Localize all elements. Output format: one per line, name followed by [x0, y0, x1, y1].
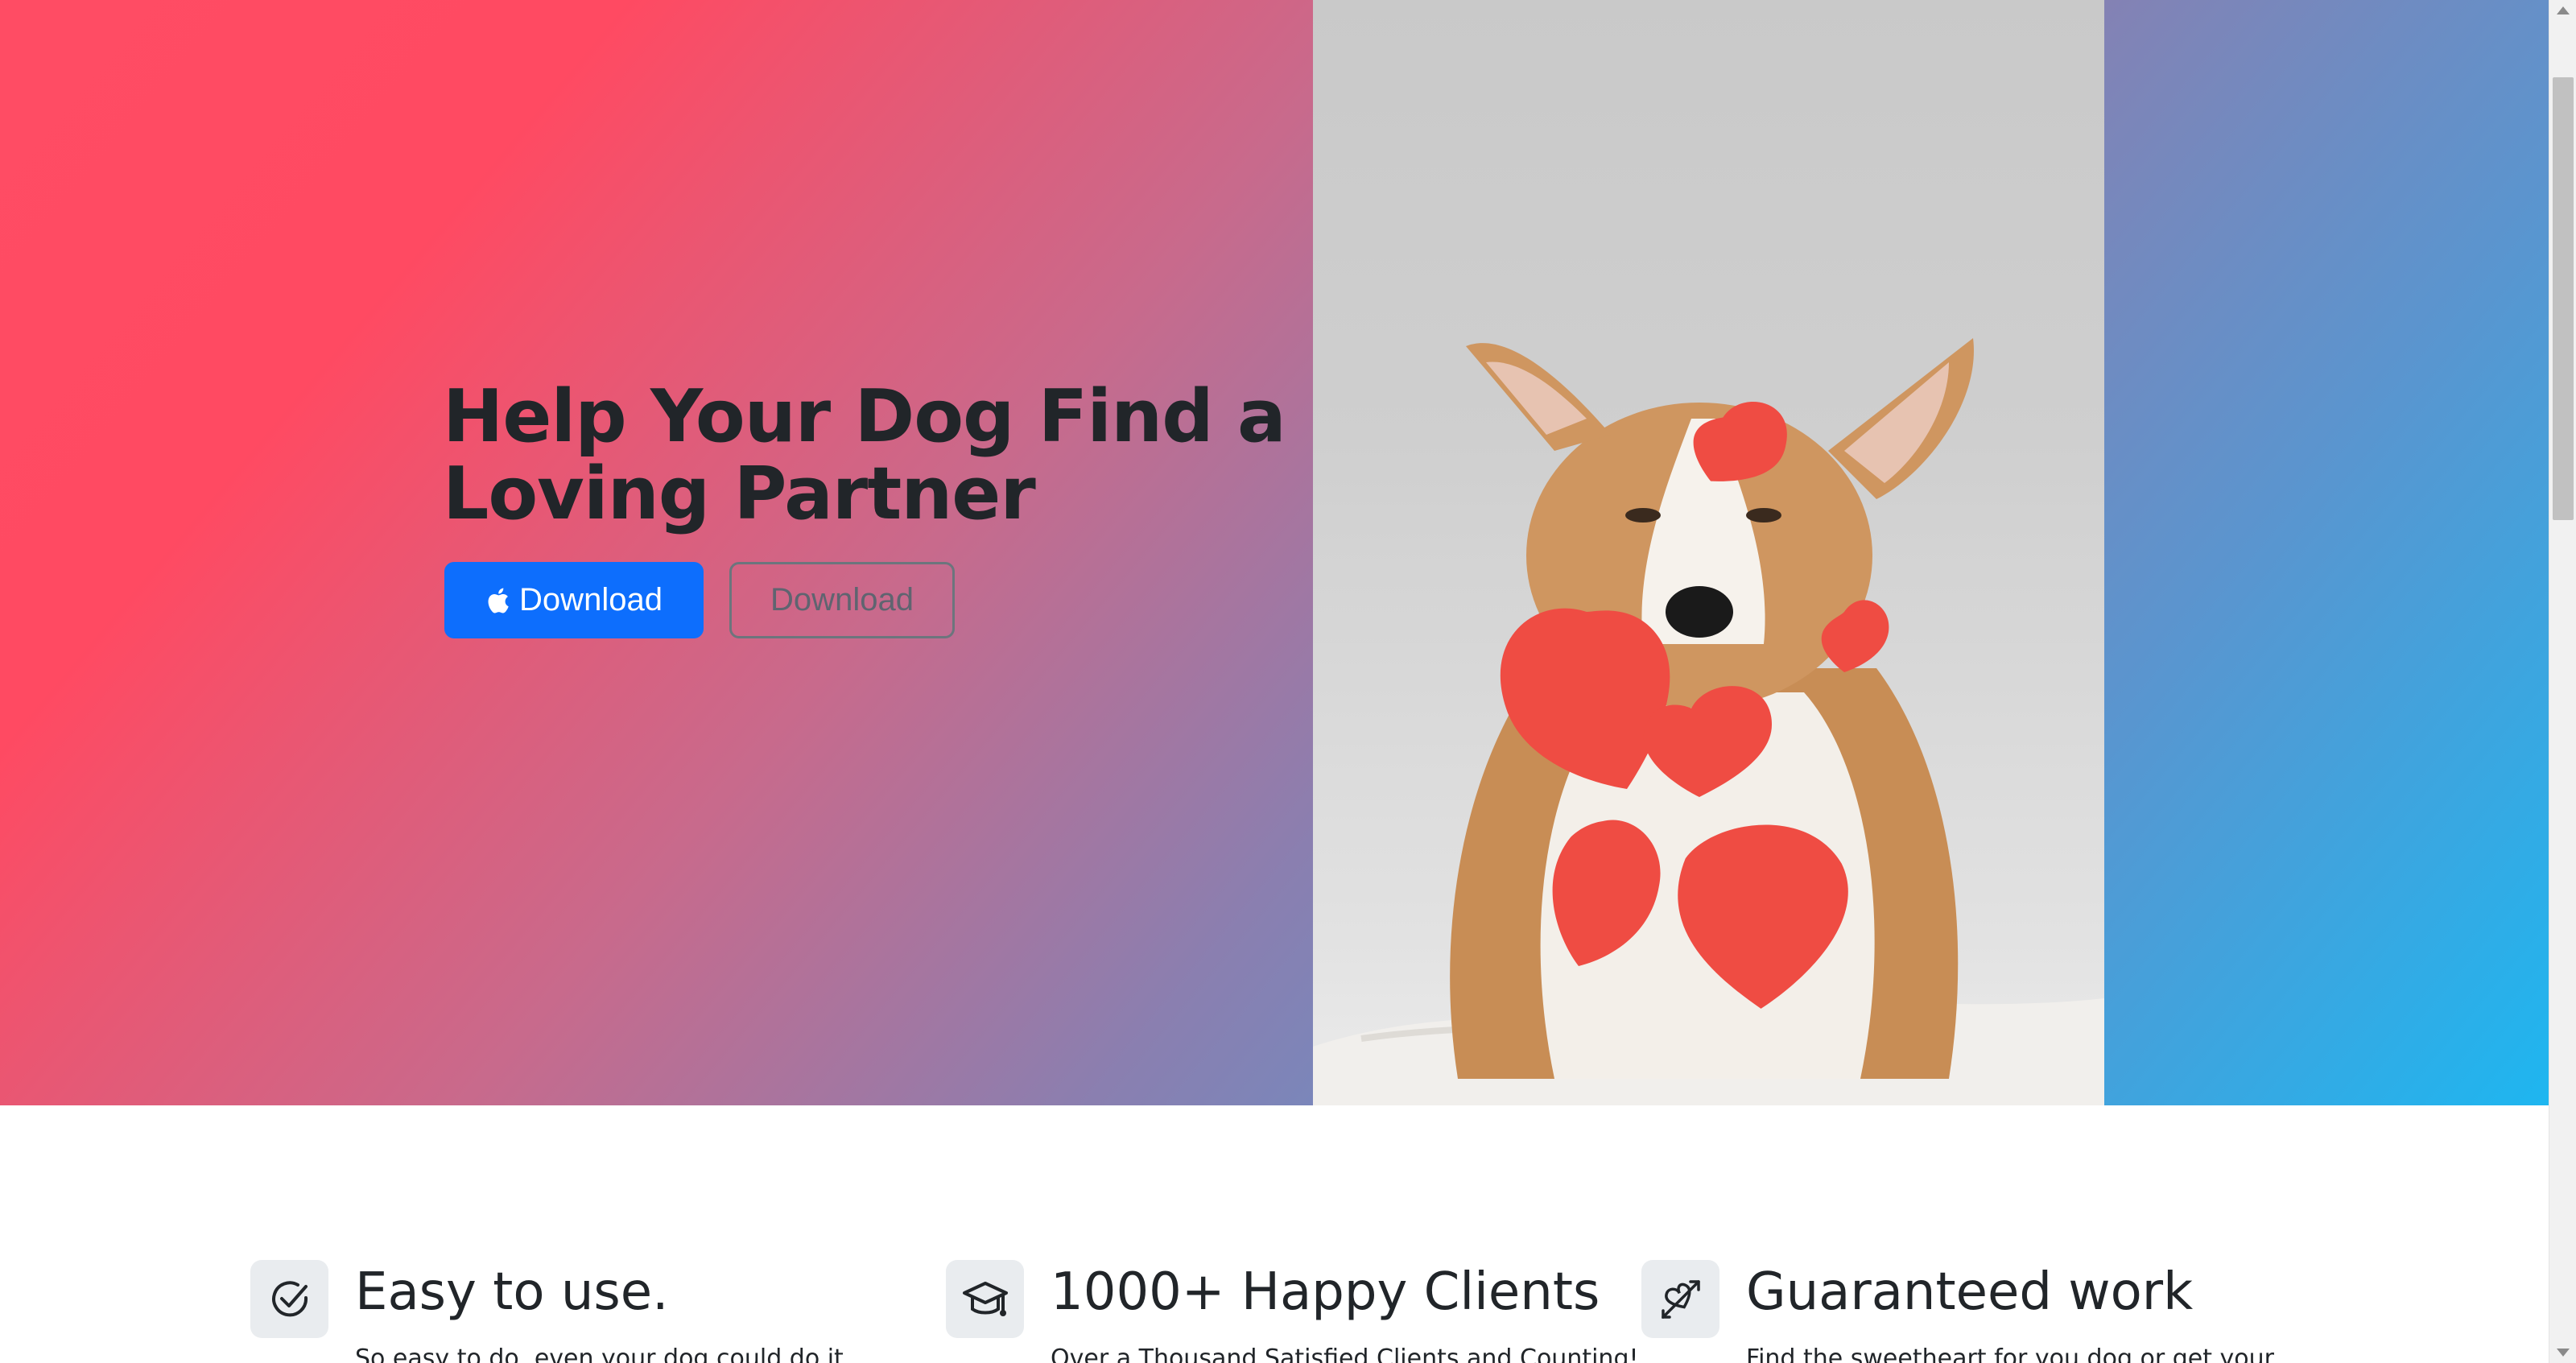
- scroll-down-arrow-icon[interactable]: [2557, 1349, 2570, 1357]
- download-apple-button[interactable]: Download: [444, 562, 704, 638]
- corgi-hearts-illustration: [1313, 338, 2104, 1105]
- feature-icon-box: [250, 1260, 328, 1338]
- apple-icon: [488, 587, 509, 613]
- feature-text: So easy to do, even your dog could do it…: [355, 1344, 852, 1363]
- scroll-up-arrow-icon[interactable]: [2557, 6, 2570, 14]
- download-outline-button[interactable]: Download: [729, 562, 955, 638]
- hero-dog-image: [1313, 0, 2104, 1105]
- check-circle-icon: [271, 1280, 308, 1316]
- hero-title: Help Your Dog Find a Loving Partner: [443, 374, 1286, 536]
- download-apple-button-label: Download: [519, 582, 663, 617]
- feature-icon-box: [946, 1260, 1024, 1338]
- page-viewport: Help Your Dog Find a Loving Partner Down…: [0, 0, 2549, 1363]
- vertical-scrollbar[interactable]: [2549, 0, 2576, 1363]
- feature-text: Over a Thousand Satisfied Clients and Co…: [1051, 1344, 1639, 1363]
- feature-icon-box: [1641, 1260, 1719, 1338]
- scrollbar-thumb[interactable]: [2553, 77, 2574, 520]
- feature-text: Find the sweetheart for you dog or get y…: [1746, 1344, 2275, 1363]
- feature-title: Guaranteed work: [1746, 1262, 2194, 1322]
- feature-title: Easy to use.: [355, 1262, 669, 1322]
- graduation-cap-icon: [962, 1281, 1008, 1316]
- feature-title: 1000+ Happy Clients: [1051, 1262, 1600, 1322]
- download-outline-button-label: Download: [770, 582, 914, 617]
- heart-arrow-icon: [1661, 1279, 1700, 1319]
- hero-section: Help Your Dog Find a Loving Partner Down…: [0, 0, 2549, 1105]
